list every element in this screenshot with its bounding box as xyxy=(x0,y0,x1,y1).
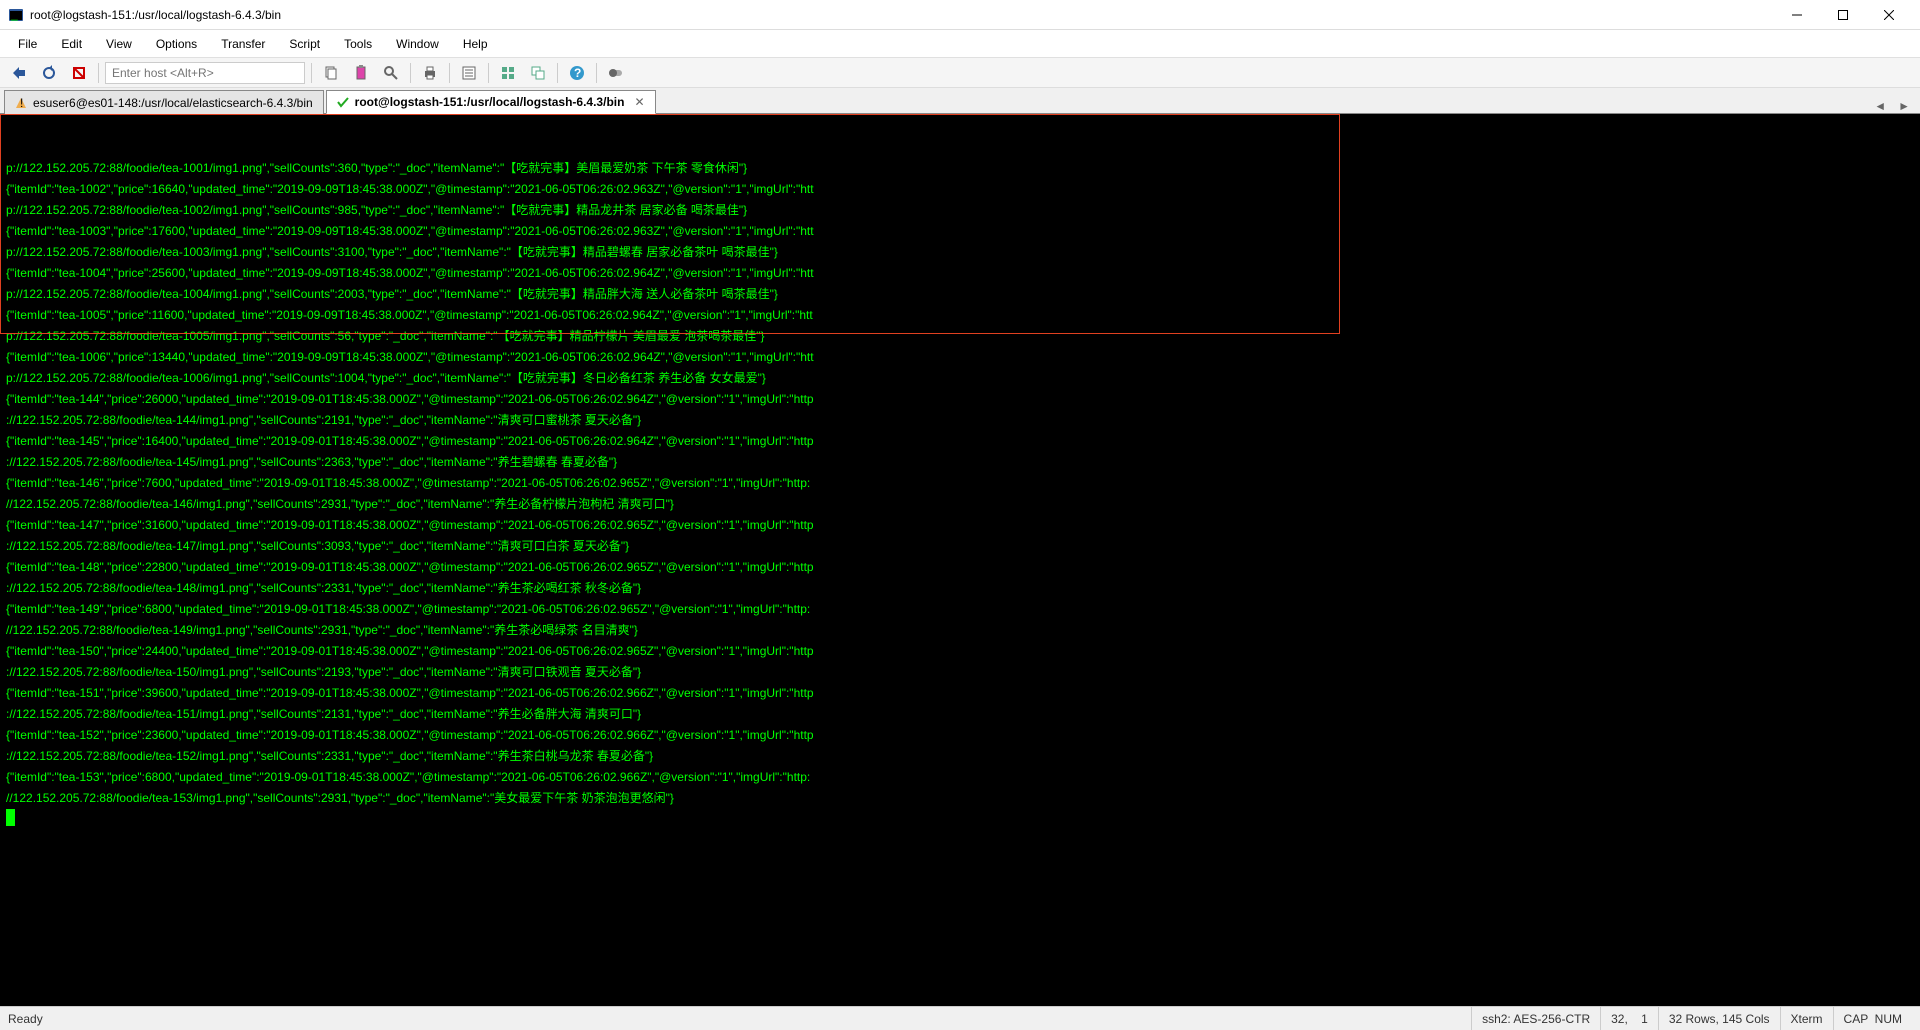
close-button[interactable] xyxy=(1866,0,1912,30)
help-icon[interactable]: ? xyxy=(564,61,590,85)
terminal-line: {"itemId":"tea-1002","price":16640,"upda… xyxy=(6,179,1914,200)
tab-prev-icon[interactable]: ◄ xyxy=(1868,99,1892,113)
terminal-line: ://122.152.205.72:88/foodie/tea-151/img1… xyxy=(6,704,1914,725)
statusbar: Ready ssh2: AES-256-CTR 32, 1 32 Rows, 1… xyxy=(0,1006,1920,1030)
terminal-line: {"itemId":"tea-146","price":7600,"update… xyxy=(6,473,1914,494)
connect-icon[interactable] xyxy=(6,61,32,85)
warning-icon: ! xyxy=(15,97,27,109)
menu-view[interactable]: View xyxy=(96,33,142,55)
terminal-line: {"itemId":"tea-144","price":26000,"updat… xyxy=(6,389,1914,410)
separator xyxy=(410,63,411,83)
terminal-line: {"itemId":"tea-149","price":6800,"update… xyxy=(6,599,1914,620)
terminal-line: p://122.152.205.72:88/foodie/tea-1003/im… xyxy=(6,242,1914,263)
terminal-line: ://122.152.205.72:88/foodie/tea-152/img1… xyxy=(6,746,1914,767)
copy-icon[interactable] xyxy=(318,61,344,85)
terminal-line: {"itemId":"tea-1006","price":13440,"upda… xyxy=(6,347,1914,368)
terminal-line: //122.152.205.72:88/foodie/tea-153/img1.… xyxy=(6,788,1914,809)
separator xyxy=(488,63,489,83)
terminal-line: {"itemId":"tea-145","price":16400,"updat… xyxy=(6,431,1914,452)
toggle-icon[interactable] xyxy=(603,61,629,85)
terminal-line: {"itemId":"tea-150","price":24400,"updat… xyxy=(6,641,1914,662)
menu-help[interactable]: Help xyxy=(453,33,498,55)
status-ready: Ready xyxy=(8,1012,43,1026)
window-title: root@logstash-151:/usr/local/logstash-6.… xyxy=(30,8,1774,22)
print-icon[interactable] xyxy=(417,61,443,85)
terminal-line: p://122.152.205.72:88/foodie/tea-1006/im… xyxy=(6,368,1914,389)
paste-icon[interactable] xyxy=(348,61,374,85)
maximize-button[interactable] xyxy=(1820,0,1866,30)
menu-edit[interactable]: Edit xyxy=(51,33,92,55)
tabbar: ! esuser6@es01-148:/usr/local/elasticsea… xyxy=(0,88,1920,114)
tab-inactive[interactable]: ! esuser6@es01-148:/usr/local/elasticsea… xyxy=(4,90,324,114)
separator xyxy=(596,63,597,83)
menu-options[interactable]: Options xyxy=(146,33,207,55)
toolbar: ? xyxy=(0,58,1920,88)
terminal-line: ://122.152.205.72:88/foodie/tea-147/img1… xyxy=(6,536,1914,557)
terminal-line: {"itemId":"tea-148","price":22800,"updat… xyxy=(6,557,1914,578)
find-icon[interactable] xyxy=(378,61,404,85)
tab-label: esuser6@es01-148:/usr/local/elasticsearc… xyxy=(33,96,313,110)
terminal-line: p://122.152.205.72:88/foodie/tea-1002/im… xyxy=(6,200,1914,221)
status-ssh: ssh2: AES-256-CTR xyxy=(1471,1007,1600,1030)
terminal-line: ://122.152.205.72:88/foodie/tea-144/img1… xyxy=(6,410,1914,431)
svg-text:!: ! xyxy=(20,97,23,109)
status-cursor-pos: 32, 1 xyxy=(1600,1007,1658,1030)
separator xyxy=(557,63,558,83)
tab-active[interactable]: root@logstash-151:/usr/local/logstash-6.… xyxy=(326,90,656,114)
terminal-output[interactable]: p://122.152.205.72:88/foodie/tea-1001/im… xyxy=(0,114,1920,1006)
tile-icon[interactable] xyxy=(495,61,521,85)
reconnect-icon[interactable] xyxy=(36,61,62,85)
terminal-cursor-line xyxy=(6,809,1914,830)
terminal-line: {"itemId":"tea-147","price":31600,"updat… xyxy=(6,515,1914,536)
terminal-line: {"itemId":"tea-151","price":39600,"updat… xyxy=(6,683,1914,704)
terminal-line: ://122.152.205.72:88/foodie/tea-150/img1… xyxy=(6,662,1914,683)
terminal-line: //122.152.205.72:88/foodie/tea-149/img1.… xyxy=(6,620,1914,641)
status-size: 32 Rows, 145 Cols xyxy=(1658,1007,1780,1030)
properties-icon[interactable] xyxy=(456,61,482,85)
menu-script[interactable]: Script xyxy=(279,33,330,55)
terminal-line: {"itemId":"tea-153","price":6800,"update… xyxy=(6,767,1914,788)
terminal-line: ://122.152.205.72:88/foodie/tea-148/img1… xyxy=(6,578,1914,599)
menubar: File Edit View Options Transfer Script T… xyxy=(0,30,1920,58)
separator xyxy=(311,63,312,83)
tab-next-icon[interactable]: ► xyxy=(1892,99,1916,113)
terminal-line: {"itemId":"tea-1003","price":17600,"upda… xyxy=(6,221,1914,242)
terminal-line: ://122.152.205.72:88/foodie/tea-145/img1… xyxy=(6,452,1914,473)
status-caps: CAP NUM xyxy=(1833,1007,1912,1030)
terminal-line: {"itemId":"tea-1005","price":11600,"upda… xyxy=(6,305,1914,326)
menu-transfer[interactable]: Transfer xyxy=(211,33,275,55)
menu-file[interactable]: File xyxy=(8,33,47,55)
terminal-line: //122.152.205.72:88/foodie/tea-146/img1.… xyxy=(6,494,1914,515)
separator xyxy=(98,63,99,83)
terminal-line: p://122.152.205.72:88/foodie/tea-1005/im… xyxy=(6,326,1914,347)
host-input[interactable] xyxy=(105,62,305,84)
svg-text:?: ? xyxy=(574,66,581,80)
status-term: Xterm xyxy=(1780,1007,1833,1030)
tab-label: root@logstash-151:/usr/local/logstash-6.… xyxy=(355,95,625,109)
menu-tools[interactable]: Tools xyxy=(334,33,382,55)
terminal-line: p://122.152.205.72:88/foodie/tea-1001/im… xyxy=(6,158,1914,179)
svg-text:_: _ xyxy=(10,7,18,21)
separator xyxy=(449,63,450,83)
close-icon[interactable]: ✕ xyxy=(634,95,644,109)
cursor xyxy=(6,809,15,826)
terminal-line: {"itemId":"tea-152","price":23600,"updat… xyxy=(6,725,1914,746)
menu-window[interactable]: Window xyxy=(386,33,449,55)
minimize-button[interactable] xyxy=(1774,0,1820,30)
titlebar: _ root@logstash-151:/usr/local/logstash-… xyxy=(0,0,1920,30)
app-icon: _ xyxy=(8,7,24,23)
disconnect-icon[interactable] xyxy=(66,61,92,85)
check-icon xyxy=(337,96,349,108)
terminal-line: p://122.152.205.72:88/foodie/tea-1004/im… xyxy=(6,284,1914,305)
terminal-line: {"itemId":"tea-1004","price":25600,"upda… xyxy=(6,263,1914,284)
cascade-icon[interactable] xyxy=(525,61,551,85)
